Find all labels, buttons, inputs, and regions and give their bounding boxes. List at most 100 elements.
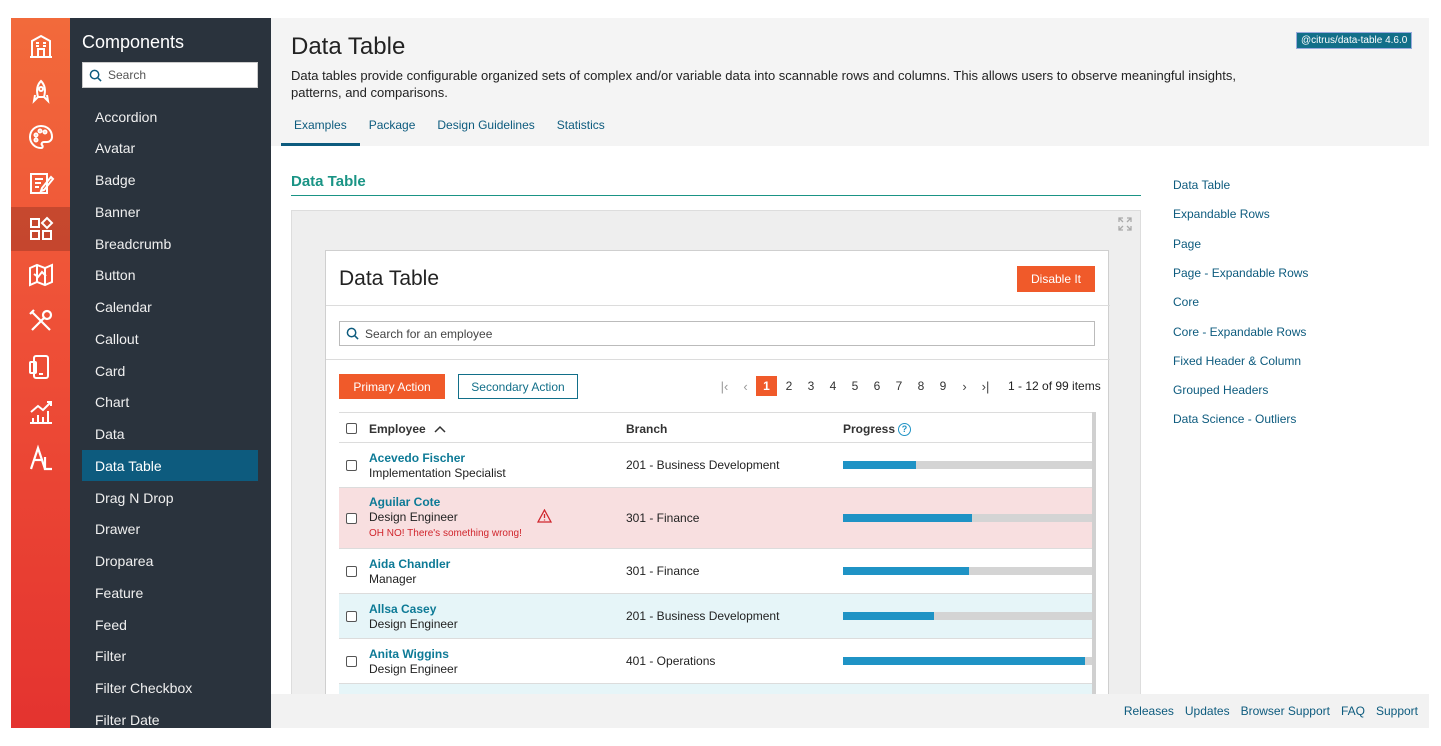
sidebar-item-avatar[interactable]: Avatar bbox=[82, 133, 258, 164]
employee-title: Manager bbox=[369, 572, 417, 586]
footer-link-updates[interactable]: Updates bbox=[1185, 704, 1230, 718]
sidebar-item-feed[interactable]: Feed bbox=[82, 609, 258, 640]
disable-button[interactable]: Disable It bbox=[1017, 266, 1095, 292]
row-checkbox[interactable] bbox=[346, 513, 357, 524]
previous-page-icon[interactable]: ‹ bbox=[735, 379, 756, 394]
employee-title: Design Engineer bbox=[369, 510, 458, 524]
employee-column-header[interactable]: Employee bbox=[369, 422, 446, 436]
sidebar-item-breadcrumb[interactable]: Breadcrumb bbox=[82, 228, 258, 259]
table-row[interactable]: Aguilar Cote Design Engineer OH NO! There'… bbox=[339, 487, 1095, 548]
sidebar-item-drag-n-drop[interactable]: Drag N Drop bbox=[82, 482, 258, 513]
pagination: |‹ ‹ 123456789 › ›| 1 - 12 of 99 items bbox=[714, 376, 1101, 396]
tab-package[interactable]: Package bbox=[356, 112, 429, 146]
tab-examples[interactable]: Examples bbox=[281, 112, 360, 146]
sidebar-item-data[interactable]: Data bbox=[82, 419, 258, 450]
sidebar-item-calendar[interactable]: Calendar bbox=[82, 292, 258, 323]
rail-building[interactable] bbox=[11, 24, 70, 68]
primary-action-button[interactable]: Primary Action bbox=[339, 374, 445, 399]
row-checkbox[interactable] bbox=[346, 566, 357, 577]
first-page-icon[interactable]: |‹ bbox=[714, 379, 735, 394]
table-row[interactable]: Acevedo Fischer Implementation Specialist… bbox=[339, 442, 1095, 487]
secondary-action-button[interactable]: Secondary Action bbox=[458, 374, 578, 399]
last-page-icon[interactable]: ›| bbox=[975, 379, 996, 394]
on-page-link-page[interactable]: Page bbox=[1173, 237, 1201, 251]
components-sidebar: Components AccordionAvatarBadgeBannerBre… bbox=[70, 18, 271, 728]
search-icon bbox=[89, 69, 102, 82]
table-row[interactable]: Aida Chandler Manager 301 - Finance bbox=[339, 548, 1095, 593]
divider bbox=[326, 359, 1110, 360]
sidebar-item-callout[interactable]: Callout bbox=[82, 323, 258, 354]
card-title: Data Table bbox=[339, 267, 440, 290]
sidebar-item-button[interactable]: Button bbox=[82, 260, 258, 291]
rail-devices[interactable] bbox=[11, 345, 70, 389]
sidebar-item-accordion[interactable]: Accordion bbox=[82, 101, 258, 132]
help-icon[interactable]: ? bbox=[898, 423, 912, 436]
rail-components[interactable] bbox=[11, 207, 70, 251]
page-8-button[interactable]: 8 bbox=[910, 379, 932, 393]
footer-link-faq[interactable]: FAQ bbox=[1341, 704, 1365, 718]
table-row[interactable]: Anita Wiggins Design Engineer 401 - Operat… bbox=[339, 638, 1095, 683]
page-5-button[interactable]: 5 bbox=[844, 379, 866, 393]
sidebar-item-filter-date[interactable]: Filter Date bbox=[82, 704, 258, 728]
sidebar-item-badge[interactable]: Badge bbox=[82, 165, 258, 196]
page-9-button[interactable]: 9 bbox=[932, 379, 954, 393]
table-row[interactable]: Allsa Casey Design Engineer 201 - Business… bbox=[339, 593, 1095, 638]
footer-link-browser-support[interactable]: Browser Support bbox=[1241, 704, 1330, 718]
on-page-link-core-expandable-rows[interactable]: Core - Expandable Rows bbox=[1173, 325, 1306, 339]
sidebar-item-droparea[interactable]: Droparea bbox=[82, 546, 258, 577]
page-1-button[interactable]: 1 bbox=[756, 376, 777, 396]
page-2-button[interactable]: 2 bbox=[778, 379, 800, 393]
row-checkbox[interactable] bbox=[346, 611, 357, 622]
sidebar-item-filter[interactable]: Filter bbox=[82, 641, 258, 672]
sidebar-item-feature[interactable]: Feature bbox=[82, 577, 258, 608]
table-scrollbar[interactable] bbox=[1092, 412, 1096, 709]
rail-accessibility[interactable] bbox=[11, 436, 70, 480]
expand-icon[interactable] bbox=[1118, 217, 1132, 231]
row-checkbox[interactable] bbox=[346, 656, 357, 667]
sidebar-item-chart[interactable]: Chart bbox=[82, 387, 258, 418]
tab-design-guidelines[interactable]: Design Guidelines bbox=[424, 112, 547, 146]
section-title: Data Table bbox=[291, 173, 366, 190]
employee-name-link[interactable]: Anita Wiggins bbox=[369, 647, 449, 661]
employee-search-input[interactable] bbox=[365, 326, 1065, 341]
employee-name-link[interactable]: Allsa Casey bbox=[369, 602, 436, 616]
sidebar-item-card[interactable]: Card bbox=[82, 355, 258, 386]
employee-search[interactable] bbox=[339, 321, 1095, 346]
page-3-button[interactable]: 3 bbox=[800, 379, 822, 393]
sidebar-item-banner[interactable]: Banner bbox=[82, 196, 258, 227]
rail-map[interactable] bbox=[11, 253, 70, 297]
employee-title: Implementation Specialist bbox=[369, 466, 506, 480]
sidebar-item-data-table[interactable]: Data Table bbox=[82, 450, 258, 482]
on-page-link-fixed-header-column[interactable]: Fixed Header & Column bbox=[1173, 354, 1301, 368]
next-page-icon[interactable]: › bbox=[954, 379, 975, 394]
rail-palette[interactable] bbox=[11, 115, 70, 159]
on-page-link-data-table[interactable]: Data Table bbox=[1173, 178, 1230, 192]
footer-link-support[interactable]: Support bbox=[1376, 704, 1418, 718]
sidebar-item-filter-checkbox[interactable]: Filter Checkbox bbox=[82, 673, 258, 704]
on-page-link-core[interactable]: Core bbox=[1173, 295, 1199, 309]
page-7-button[interactable]: 7 bbox=[888, 379, 910, 393]
on-page-link-page-expandable-rows[interactable]: Page - Expandable Rows bbox=[1173, 266, 1308, 280]
select-all-checkbox[interactable] bbox=[346, 423, 357, 434]
footer-link-releases[interactable]: Releases bbox=[1124, 704, 1174, 718]
page-6-button[interactable]: 6 bbox=[866, 379, 888, 393]
branch-column-header[interactable]: Branch bbox=[626, 422, 667, 436]
rail-edit[interactable] bbox=[11, 161, 70, 205]
rail-chart[interactable] bbox=[11, 390, 70, 434]
employee-name-link[interactable]: Acevedo Fischer bbox=[369, 451, 465, 465]
rail-rocket[interactable] bbox=[11, 70, 70, 114]
progress-bar-fill bbox=[843, 612, 934, 620]
on-page-link-data-science-outliers[interactable]: Data Science - Outliers bbox=[1173, 412, 1296, 426]
sidebar-search[interactable] bbox=[82, 62, 258, 88]
sidebar-search-input[interactable] bbox=[108, 68, 248, 82]
employee-name-link[interactable]: Aida Chandler bbox=[369, 557, 450, 571]
on-page-link-grouped-headers[interactable]: Grouped Headers bbox=[1173, 383, 1268, 397]
page-4-button[interactable]: 4 bbox=[822, 379, 844, 393]
progress-column-header[interactable]: Progress? bbox=[843, 422, 912, 436]
on-page-link-expandable-rows[interactable]: Expandable Rows bbox=[1173, 207, 1270, 221]
sidebar-item-drawer[interactable]: Drawer bbox=[82, 514, 258, 545]
row-checkbox[interactable] bbox=[346, 460, 357, 471]
tab-statistics[interactable]: Statistics bbox=[544, 112, 618, 146]
rail-tools[interactable] bbox=[11, 299, 70, 343]
employee-name-link[interactable]: Aguilar Cote bbox=[369, 495, 440, 509]
